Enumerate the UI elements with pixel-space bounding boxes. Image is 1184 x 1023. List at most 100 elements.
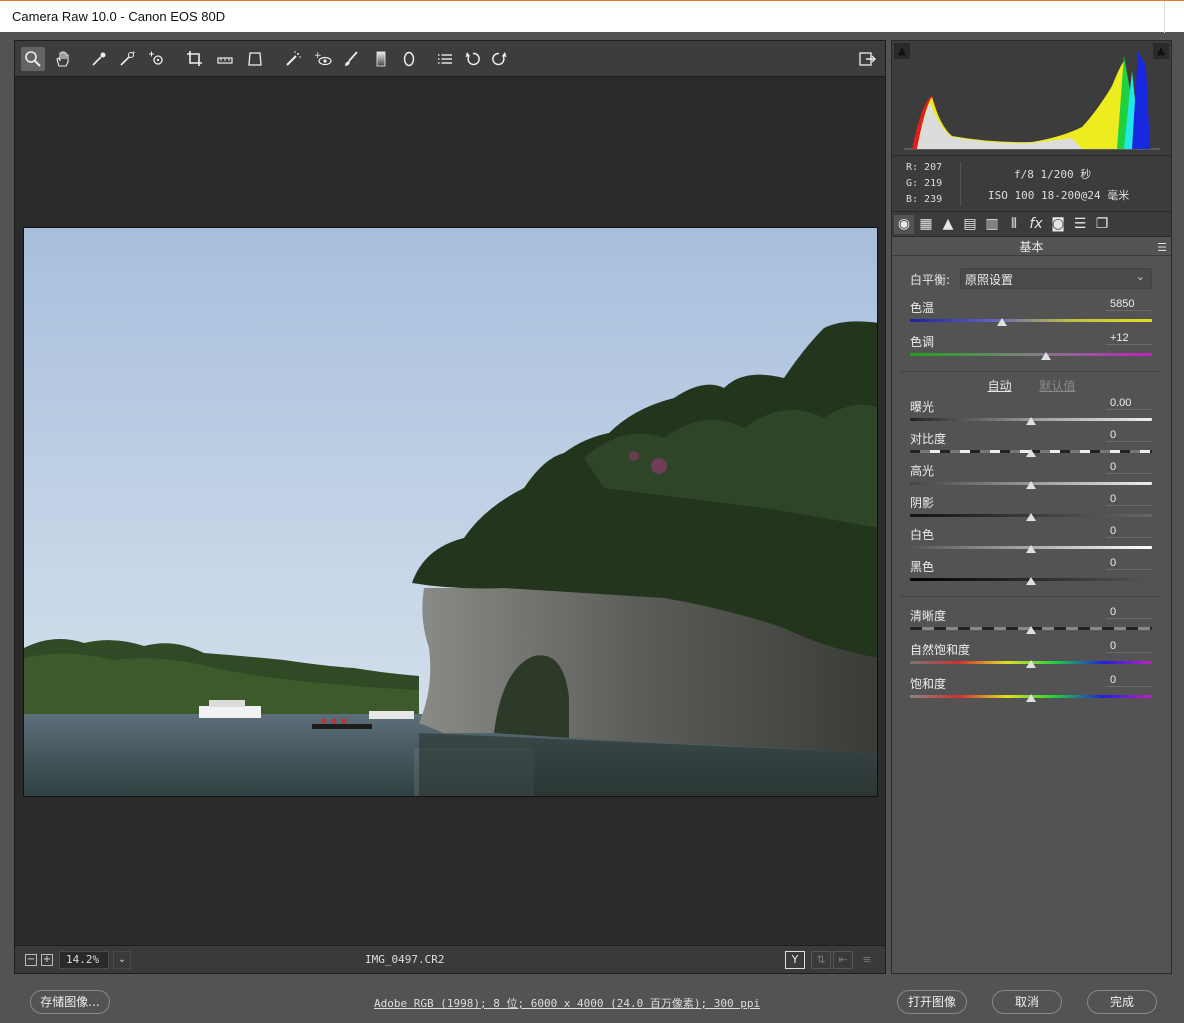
exif-aperture-shutter: f/8 1/200 秒 xyxy=(1014,168,1092,181)
exif-iso-lens: ISO 100 18-200@24 毫米 xyxy=(988,189,1130,202)
panel-tabs: ◉ ▦ ▲ ▤ ▥ ⦀ fx ◙ ☰ ❐ xyxy=(892,211,1171,237)
export-icon[interactable] xyxy=(855,47,879,71)
tab-lens-icon[interactable]: ⦀ xyxy=(1004,215,1024,234)
slider-thumb[interactable] xyxy=(1040,352,1051,360)
tab-tone-curve-icon[interactable]: ▦ xyxy=(916,215,936,234)
slider-value-input[interactable]: 0 xyxy=(1106,429,1152,442)
cancel-button[interactable]: 取消 xyxy=(992,990,1062,1014)
slider-value-input[interactable]: 0 xyxy=(1106,640,1152,653)
tab-split-toning-icon[interactable]: ▥ xyxy=(982,215,1002,234)
divider xyxy=(900,596,1162,597)
slider-thumb[interactable] xyxy=(1026,545,1036,553)
adjustment-brush-icon[interactable] xyxy=(339,47,363,71)
slider-value-input[interactable]: 0 xyxy=(1106,525,1152,538)
slider-value-input[interactable]: 0 xyxy=(1106,606,1152,619)
tab-basic-icon[interactable]: ◉ xyxy=(894,215,914,234)
slider-label: 自然饱和度 xyxy=(910,643,971,657)
slider-value-input[interactable]: 0.00 xyxy=(1106,397,1152,410)
white-balance-select[interactable]: 原照设置 ⌄ xyxy=(960,268,1152,289)
slider-thumb[interactable] xyxy=(1026,577,1036,585)
open-image-button[interactable]: 打开图像 xyxy=(897,990,967,1014)
rotate-cw-icon[interactable] xyxy=(487,47,511,71)
slider-value-input[interactable]: 0 xyxy=(1106,461,1152,474)
tab-hsl-icon[interactable]: ▤ xyxy=(960,215,980,234)
slider-thumb[interactable] xyxy=(1026,660,1036,668)
window-close-area[interactable] xyxy=(1164,1,1184,33)
readout-b: B: 239 xyxy=(906,194,943,205)
slider-thumb[interactable] xyxy=(996,318,1007,326)
workflow-options-link[interactable]: Adobe RGB (1998); 8 位; 6000 x 4000 (24.0… xyxy=(374,995,760,1011)
zoom-out-button[interactable]: − xyxy=(25,954,37,966)
rotate-ccw-icon[interactable] xyxy=(461,47,485,71)
panel-menu-icon[interactable]: ☰ xyxy=(1157,241,1167,254)
swap-settings-icon[interactable]: ⇅ xyxy=(811,951,831,969)
readout-divider xyxy=(960,162,961,206)
readout-g: G: 219 xyxy=(906,178,943,189)
hand-icon[interactable] xyxy=(51,47,75,71)
tab-presets-icon[interactable]: ☰ xyxy=(1070,215,1090,234)
zoom-in-button[interactable]: + xyxy=(41,954,53,966)
file-name: IMG_0497.CR2 xyxy=(365,953,445,966)
photo-preview[interactable] xyxy=(23,227,878,797)
histogram: ▲ ▲ xyxy=(892,41,1171,155)
section-title: 基本 xyxy=(892,238,1171,256)
slider-label: 色调 xyxy=(910,335,935,349)
tab-camera-calibration-icon[interactable]: ◙ xyxy=(1048,215,1068,234)
white-balance-label: 白平衡: xyxy=(910,273,951,287)
slider-value-input[interactable]: 0 xyxy=(1106,674,1152,687)
adjustment-panel: ▲ ▲ R: 207 G: 219 B: 239 f/8 1/200 秒 ISO… xyxy=(891,40,1172,974)
slider-thumb[interactable] xyxy=(1026,513,1036,521)
color-sampler-icon[interactable]: + xyxy=(115,47,139,71)
done-button[interactable]: 完成 xyxy=(1087,990,1157,1014)
slider-track[interactable] xyxy=(910,353,1152,356)
zoom-icon[interactable] xyxy=(21,47,45,71)
pixel-readout: R: 207 G: 219 B: 239 f/8 1/200 秒 ISO 100… xyxy=(892,155,1171,211)
slider-thumb[interactable] xyxy=(1026,694,1036,702)
slider-value-input[interactable]: +12 xyxy=(1106,332,1152,345)
tab-effects-icon[interactable]: fx xyxy=(1026,215,1046,234)
slider-value-input[interactable]: 0 xyxy=(1106,493,1152,506)
tool-bar: + + xyxy=(15,41,885,77)
readout-r: R: 207 xyxy=(906,162,943,173)
default-link[interactable]: 默认值 xyxy=(1039,379,1075,393)
view-settings-icon[interactable]: ≡ xyxy=(857,951,877,969)
tab-snapshots-icon[interactable]: ❐ xyxy=(1092,215,1112,234)
slider-thumb[interactable] xyxy=(1026,481,1036,489)
slider-label: 饱和度 xyxy=(910,677,947,691)
auto-link[interactable]: 自动 xyxy=(988,379,1012,393)
presets-list-icon[interactable] xyxy=(433,47,457,71)
save-image-button[interactable]: 存储图像... xyxy=(30,990,110,1014)
targeted-adjust-icon[interactable] xyxy=(145,47,169,71)
spot-removal-icon[interactable] xyxy=(281,47,305,71)
transform-icon[interactable] xyxy=(243,47,267,71)
slider-label: 高光 xyxy=(910,464,935,478)
tab-detail-icon[interactable]: ▲ xyxy=(938,215,958,234)
auto-default-links: 自动 默认值 xyxy=(892,377,1171,394)
slider-thumb[interactable] xyxy=(1026,417,1036,425)
slider-value-input[interactable]: 0 xyxy=(1106,557,1152,570)
svg-text:+: + xyxy=(131,50,136,57)
crop-icon[interactable] xyxy=(183,47,207,71)
slider-label: 阴影 xyxy=(910,496,935,510)
chevron-down-icon: ⌄ xyxy=(1135,270,1145,283)
radial-filter-icon[interactable] xyxy=(397,47,421,71)
white-balance-value: 原照设置 xyxy=(965,273,1014,287)
graduated-filter-icon[interactable] xyxy=(369,47,393,71)
slider-thumb[interactable] xyxy=(1026,449,1036,457)
slider-label: 黑色 xyxy=(910,560,935,574)
copy-settings-icon[interactable]: ⇤ xyxy=(833,951,853,969)
before-after-toggle-icon[interactable]: Y xyxy=(785,951,805,969)
slider-value-input[interactable]: 5850 xyxy=(1106,298,1152,311)
window-titlebar: Camera Raw 10.0 - Canon EOS 80D xyxy=(0,0,1184,33)
zoom-level[interactable]: 14.2% xyxy=(59,951,109,969)
divider xyxy=(900,371,1162,372)
straighten-icon[interactable] xyxy=(213,47,237,71)
slider-track[interactable] xyxy=(910,319,1152,322)
slider-label: 色温 xyxy=(910,301,935,315)
white-balance-icon[interactable] xyxy=(87,47,111,71)
slider-label: 白色 xyxy=(910,528,935,542)
svg-text:+: + xyxy=(314,51,322,61)
red-eye-icon[interactable]: + xyxy=(311,47,335,71)
zoom-dropdown[interactable]: ⌄ xyxy=(113,951,131,969)
slider-thumb[interactable] xyxy=(1026,626,1036,634)
